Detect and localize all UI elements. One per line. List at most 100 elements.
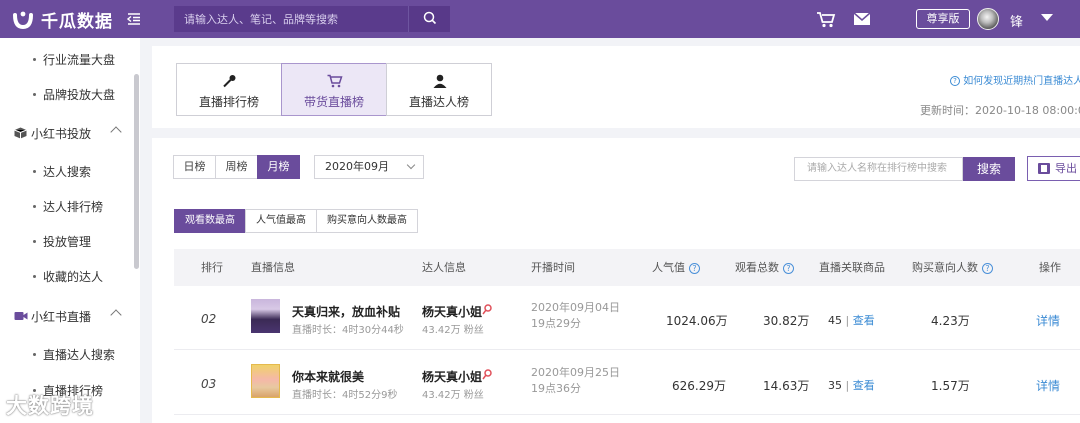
chevron-up-icon bbox=[110, 309, 122, 321]
tab-weekly[interactable]: 周榜 bbox=[215, 155, 258, 179]
chevron-down-icon bbox=[406, 160, 416, 170]
menu-collapse-icon[interactable] bbox=[126, 11, 142, 27]
sidebar-item-kol-search[interactable]: 达人搜索 bbox=[0, 160, 132, 182]
column-header-views[interactable]: 观看总数? bbox=[735, 249, 794, 286]
bullet-icon bbox=[33, 275, 36, 278]
sidebar-group-xhs-placement[interactable]: 小红书投放 bbox=[0, 122, 132, 144]
buyers-value: 1.57万 bbox=[931, 379, 970, 393]
kol-fans: 43.42万 粉丝 bbox=[422, 325, 484, 336]
vip-badge[interactable]: 尊享版 bbox=[916, 9, 970, 29]
tab-sort-views[interactable]: 观看数最高 bbox=[174, 209, 246, 233]
tab-label: 直播排行榜 bbox=[198, 95, 259, 109]
tab-label: 直播达人榜 bbox=[408, 95, 469, 109]
sidebar-item-label: 品牌投放大盘 bbox=[43, 87, 116, 102]
mail-icon[interactable] bbox=[853, 12, 871, 29]
table-header: 排行 直播信息 达人信息 开播时间 人气值? 观看总数? 直播关联商品 购买意向… bbox=[174, 249, 1080, 286]
export-button[interactable]: 导出 bbox=[1027, 156, 1080, 181]
view-goods-link[interactable]: 查看 bbox=[853, 379, 875, 392]
goods-count: 45 bbox=[828, 314, 842, 327]
column-header-label: 购买意向人数 bbox=[912, 261, 978, 274]
watermark: 大数跨境 bbox=[6, 394, 94, 418]
sidebar-item-label: 达人搜索 bbox=[43, 164, 92, 179]
rank-number: 02 bbox=[201, 312, 217, 326]
column-header-rank: 排行 bbox=[201, 261, 223, 274]
rank-search-button[interactable]: 搜索 bbox=[963, 157, 1015, 181]
global-search bbox=[174, 6, 450, 32]
ranking-list-panel: 日榜 周榜 月榜 2020年09月 请输入达人名称在排行榜中搜索 搜索 导出 观… bbox=[152, 138, 1080, 423]
goods-cell: 35 | 查看 bbox=[828, 377, 875, 393]
month-select[interactable]: 2020年09月 bbox=[314, 155, 424, 179]
views-value: 14.63万 bbox=[763, 379, 810, 393]
sidebar-group-xhs-live[interactable]: 小红书直播 bbox=[0, 305, 132, 327]
kol-name[interactable]: 杨天真小姐 bbox=[422, 303, 482, 320]
period-tabs: 日榜 周榜 月榜 bbox=[173, 155, 300, 179]
global-search-input[interactable] bbox=[174, 6, 408, 32]
live-cover-image[interactable] bbox=[251, 299, 280, 333]
package-icon bbox=[14, 127, 27, 139]
top-bar: 千瓜数据 尊享版 锋 bbox=[0, 0, 1080, 38]
kol-name[interactable]: 杨天真小姐 bbox=[422, 368, 482, 385]
start-date: 2020年09月04日 bbox=[531, 301, 620, 314]
sidebar-group-label: 小红书直播 bbox=[31, 309, 92, 324]
tab-daily[interactable]: 日榜 bbox=[173, 155, 216, 179]
sidebar-item-label: 投放管理 bbox=[43, 234, 92, 249]
view-goods-link[interactable]: 查看 bbox=[853, 314, 875, 327]
sidebar-item-favorite-kols[interactable]: 收藏的达人 bbox=[0, 265, 132, 287]
logo[interactable]: 千瓜数据 bbox=[12, 6, 113, 32]
rank-search-input[interactable]: 请输入达人名称在排行榜中搜索 bbox=[794, 157, 963, 181]
tab-live-ranking[interactable]: 直播排行榜 bbox=[176, 63, 282, 116]
tab-sales-live-ranking[interactable]: 带货直播榜 bbox=[281, 63, 387, 116]
column-header-label: 人气值 bbox=[652, 261, 685, 274]
buyers-value: 4.23万 bbox=[931, 314, 970, 328]
global-search-button[interactable] bbox=[408, 6, 450, 32]
sidebar-scrollbar[interactable] bbox=[134, 74, 139, 269]
app-name: 千瓜数据 bbox=[41, 11, 113, 32]
column-header-label: 观看总数 bbox=[735, 261, 779, 274]
sidebar-item-industry-traffic[interactable]: 行业流量大盘 bbox=[0, 48, 132, 70]
live-title[interactable]: 你本来就很美 bbox=[292, 368, 364, 385]
question-icon[interactable]: ? bbox=[783, 262, 794, 274]
column-header-start-time: 开播时间 bbox=[531, 261, 575, 274]
table-row[interactable]: 03 你本来就很美 直播时长：4时52分9秒 杨天真小姐 43.42万 粉丝 2… bbox=[174, 351, 1080, 415]
column-header-buyers[interactable]: 购买意向人数? bbox=[912, 249, 993, 286]
bullet-icon bbox=[33, 93, 36, 96]
person-icon bbox=[432, 74, 448, 88]
bullet-icon bbox=[33, 58, 36, 61]
sidebar-item-kol-ranking[interactable]: 达人排行榜 bbox=[0, 195, 132, 217]
tab-sort-popularity[interactable]: 人气值最高 bbox=[245, 209, 317, 233]
question-icon[interactable]: ? bbox=[689, 262, 700, 274]
question-icon[interactable]: ? bbox=[982, 262, 993, 274]
sidebar-item-label: 行业流量大盘 bbox=[43, 52, 116, 67]
column-header-goods: 直播关联商品 bbox=[819, 261, 885, 274]
detail-link[interactable]: 详情 bbox=[1036, 377, 1060, 394]
cart-icon[interactable] bbox=[816, 11, 836, 31]
live-duration: 直播时长：4时30分44秒 bbox=[292, 325, 404, 336]
excel-icon bbox=[1038, 163, 1050, 174]
sort-tabs: 观看数最高 人气值最高 购买意向人数最高 bbox=[174, 209, 418, 233]
goods-count: 35 bbox=[828, 379, 842, 392]
detail-link[interactable]: 详情 bbox=[1036, 312, 1060, 329]
tab-sort-buyers[interactable]: 购买意向人数最高 bbox=[316, 209, 418, 233]
update-time: 更新时间：2020-10-18 08:00:00 bbox=[920, 104, 1080, 117]
tab-live-kol-ranking[interactable]: 直播达人榜 bbox=[386, 63, 492, 116]
caret-down-icon[interactable] bbox=[1041, 14, 1053, 21]
bullet-icon bbox=[33, 205, 36, 208]
table-row[interactable]: 02 天真归来，放血补贴 直播时长：4时30分44秒 杨天真小姐 43.42万 … bbox=[174, 286, 1080, 350]
tab-label: 带货直播榜 bbox=[303, 95, 364, 109]
sidebar-item-live-kol-search[interactable]: 直播达人搜索 bbox=[0, 343, 132, 365]
cart-icon bbox=[327, 74, 343, 88]
sidebar-item-brand-placement[interactable]: 品牌投放大盘 bbox=[0, 83, 132, 105]
username[interactable]: 锋 bbox=[1010, 11, 1023, 30]
help-link[interactable]: ? 如何发现近期热门直播达人 bbox=[950, 72, 1080, 87]
popularity-value: 626.29万 bbox=[672, 379, 726, 393]
tab-monthly[interactable]: 月榜 bbox=[257, 155, 300, 179]
live-title[interactable]: 天真归来，放血补贴 bbox=[292, 303, 400, 320]
sidebar-item-placement-management[interactable]: 投放管理 bbox=[0, 230, 132, 252]
sidebar-item-label: 直播达人搜索 bbox=[43, 347, 116, 362]
column-header-kol-info: 达人信息 bbox=[422, 261, 466, 274]
start-date: 2020年09月25日 bbox=[531, 366, 620, 379]
live-cover-image[interactable] bbox=[251, 364, 280, 398]
help-link-text: 如何发现近期热门直播达人 bbox=[963, 76, 1080, 87]
column-header-popularity[interactable]: 人气值? bbox=[652, 249, 700, 286]
avatar[interactable] bbox=[977, 8, 999, 30]
